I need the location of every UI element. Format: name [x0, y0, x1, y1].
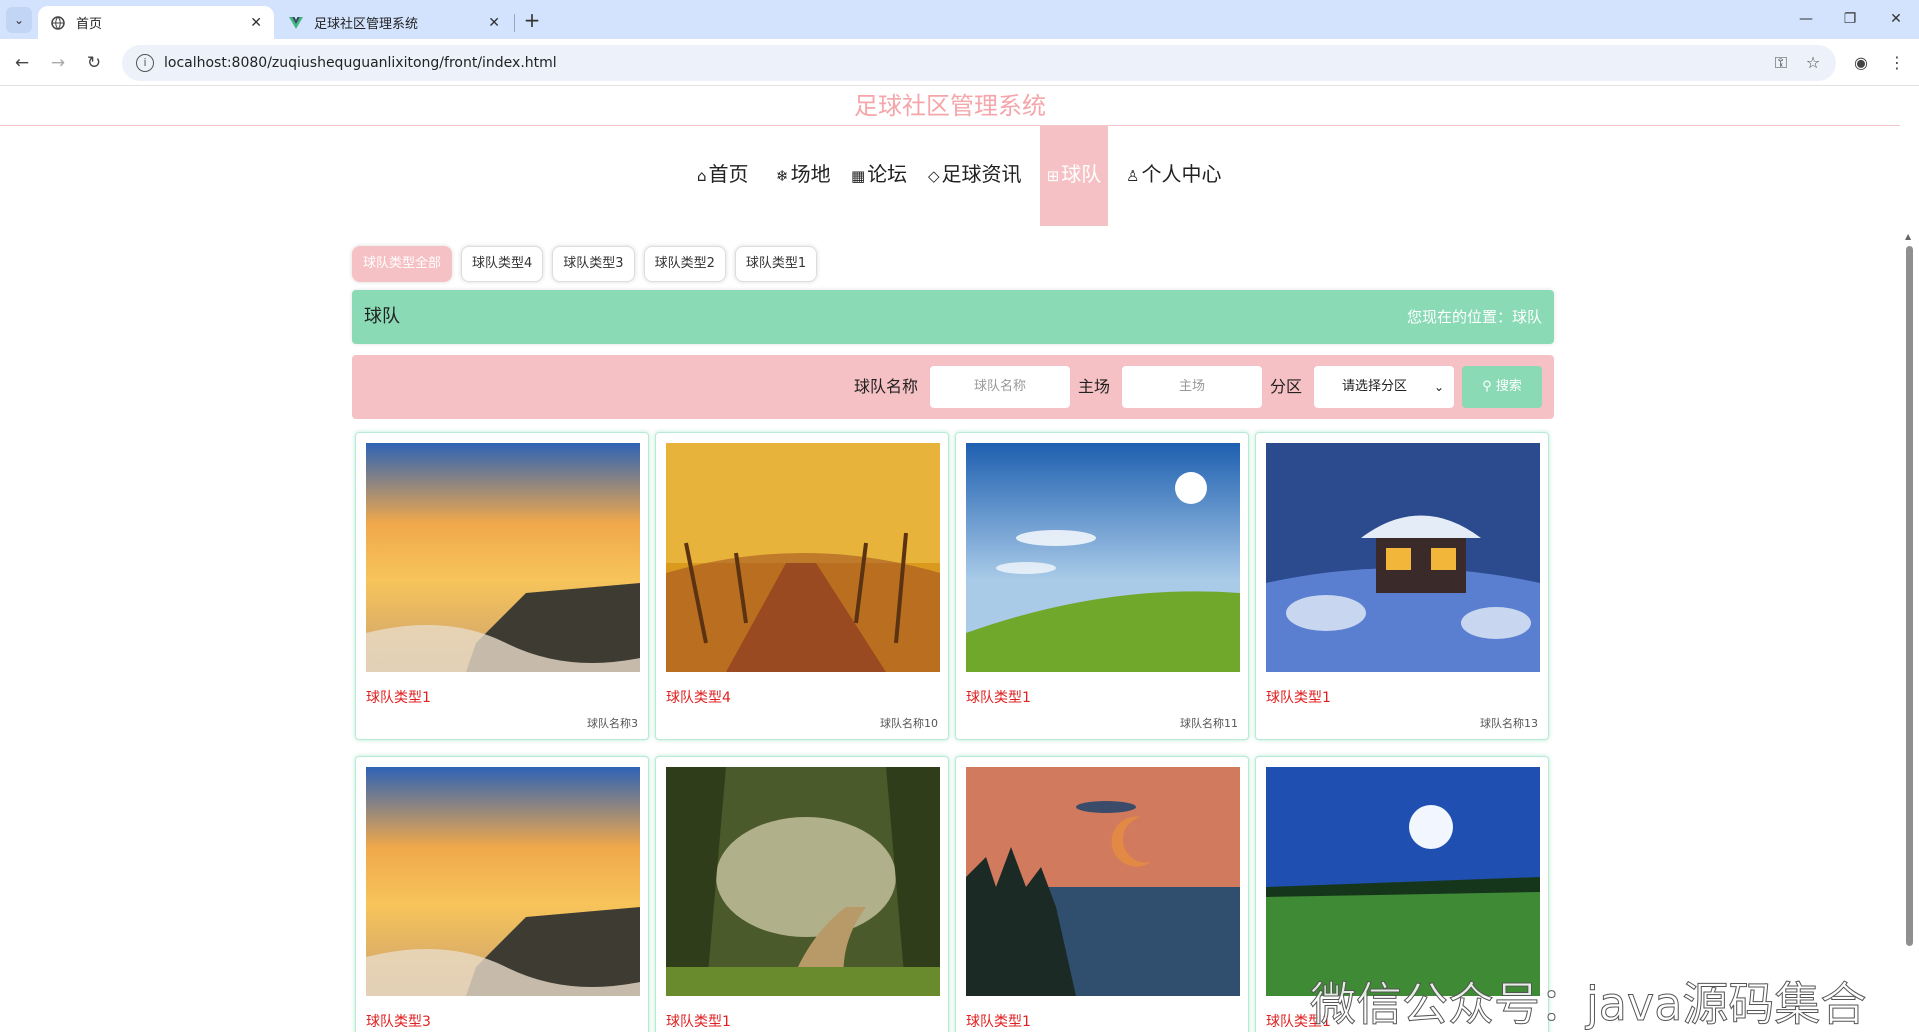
browser-tab-active[interactable]: 首页 ✕ — [38, 6, 274, 39]
home-icon: ⌂ — [697, 167, 707, 185]
scroll-up-arrow-icon[interactable]: ▲ — [1905, 232, 1911, 241]
team-card[interactable]: 球队类型1 球队名称13 — [1255, 432, 1549, 740]
gift-icon: ⊞ — [1046, 167, 1060, 185]
team-image — [666, 767, 940, 996]
team-name-label: 球队名称 — [854, 377, 919, 396]
tag-icon: ◇ — [928, 167, 940, 185]
team-image — [1266, 767, 1540, 996]
site-info-icon[interactable]: i — [136, 54, 154, 72]
window-close-button[interactable]: ✕ — [1876, 6, 1916, 32]
team-type: 球队类型1 — [1266, 690, 1331, 706]
vue-logo-icon — [288, 15, 304, 31]
bookmark-star-icon[interactable]: ☆ — [1800, 49, 1826, 77]
category-button[interactable]: 球队类型4 — [461, 246, 544, 282]
team-type: 球队类型4 — [666, 690, 731, 706]
tab-title: 首页 — [76, 17, 103, 32]
browser-toolbar: ← → ↻ i localhost:8080/zuqiushequguanlix… — [0, 39, 1919, 86]
team-card[interactable]: 球队类型1 球队名称11 — [955, 432, 1249, 740]
main-nav: ⌂ 首页 ❄ 场地 ▦ 论坛 ◇ 足球资讯 ⊞ 球队 ♙ 个人中心 — [0, 126, 1900, 226]
home-ground-label: 主场 — [1078, 377, 1111, 396]
back-button[interactable]: ← — [8, 49, 36, 77]
team-card[interactable]: 球队类型1 — [955, 756, 1249, 1032]
nav-item-home[interactable]: ⌂ 首页 — [697, 126, 749, 226]
team-image — [366, 767, 640, 996]
category-all-button[interactable]: 球队类型全部 — [352, 246, 453, 282]
url-text: localhost:8080/zuqiushequguanlixitong/fr… — [164, 55, 557, 71]
team-type: 球队类型1 — [366, 690, 431, 706]
watermark: 微信公众号：java源码集合 — [1309, 977, 1867, 1032]
team-type: 球队类型1 — [966, 1014, 1031, 1030]
team-image — [1266, 443, 1540, 672]
team-image — [966, 767, 1240, 996]
minimize-button[interactable]: — — [1786, 6, 1826, 32]
password-key-icon[interactable]: ⚿ — [1768, 49, 1794, 77]
team-name: 球队名称3 — [587, 717, 638, 730]
section-title: 球队 — [364, 306, 400, 327]
reload-button[interactable]: ↻ — [80, 49, 108, 77]
restore-button[interactable]: ❐ — [1830, 6, 1870, 32]
region-label: 分区 — [1270, 377, 1303, 396]
user-icon: ♙ — [1126, 167, 1140, 185]
site-title: 足球社区管理系统 — [0, 86, 1900, 126]
category-filter: 球队类型全部 球队类型4 球队类型3 球队类型2 球队类型1 — [352, 246, 826, 284]
team-image — [966, 443, 1240, 672]
team-name: 球队名称13 — [1480, 717, 1538, 730]
profile-icon[interactable]: ◉ — [1848, 49, 1874, 77]
team-type: 球队类型3 — [366, 1014, 431, 1030]
forward-button[interactable]: → — [44, 49, 72, 77]
nav-item-profile[interactable]: ♙ 个人中心 — [1126, 126, 1221, 226]
search-bar: 球队名称 球队名称 主场 主场 分区 请选择分区 ⌄ ⚲ 搜索 — [352, 355, 1554, 419]
calendar-icon: ▦ — [851, 167, 866, 185]
address-bar[interactable]: i localhost:8080/zuqiushequguanlixitong/… — [122, 45, 1836, 81]
scroll-thumb[interactable] — [1906, 246, 1913, 946]
team-type: 球队类型1 — [966, 690, 1031, 706]
tab-search-button[interactable]: ⌄ — [6, 7, 32, 33]
search-button[interactable]: ⚲ 搜索 — [1462, 366, 1542, 408]
search-icon: ⚲ — [1482, 379, 1492, 394]
team-card[interactable]: 球队类型1 球队名称3 — [355, 432, 649, 740]
team-card[interactable]: 球队类型1 — [655, 756, 949, 1032]
team-image — [366, 443, 640, 672]
browser-tabstrip: ⌄ 首页 ✕ 足球社区管理系统 ✕ + — ❐ ✕ — [0, 0, 1919, 39]
section-banner: 球队 您现在的位置：球队 — [352, 290, 1554, 344]
team-image — [666, 443, 940, 672]
category-button[interactable]: 球队类型3 — [552, 246, 635, 282]
nav-item-news[interactable]: ◇ 足球资讯 — [928, 126, 1022, 226]
category-button[interactable]: 球队类型1 — [734, 246, 818, 282]
tab-separator — [514, 14, 515, 32]
team-card[interactable]: 球队类型3 — [355, 756, 649, 1032]
breadcrumb: 您现在的位置：球队 — [1406, 308, 1542, 326]
category-button[interactable]: 球队类型2 — [643, 246, 726, 282]
page-scrollbar[interactable]: ▲ — [1900, 86, 1919, 1032]
close-icon[interactable]: ✕ — [488, 15, 500, 31]
team-name: 球队名称10 — [880, 717, 938, 730]
snowflake-icon: ❄ — [776, 167, 789, 185]
new-tab-button[interactable]: + — [520, 8, 544, 32]
nav-item-forum[interactable]: ▦ 论坛 — [851, 126, 907, 226]
nav-item-team[interactable]: ⊞ 球队 — [1040, 126, 1108, 226]
team-name: 球队名称11 — [1180, 717, 1238, 730]
tab-title: 足球社区管理系统 — [314, 17, 419, 32]
close-icon[interactable]: ✕ — [250, 15, 262, 31]
nav-item-venue[interactable]: ❄ 场地 — [776, 126, 831, 226]
team-type: 球队类型1 — [666, 1014, 731, 1030]
team-card[interactable]: 球队类型4 球队名称10 — [655, 432, 949, 740]
menu-kebab-icon[interactable]: ⋮ — [1884, 49, 1910, 77]
page-content: 足球社区管理系统 ⌂ 首页 ❄ 场地 ▦ 论坛 ◇ 足球资讯 ⊞ 球队 ♙ 个人中心 球队类… — [0, 86, 1919, 1032]
browser-tab[interactable]: 足球社区管理系统 ✕ — [276, 6, 512, 39]
team-name-input[interactable]: 球队名称 — [930, 366, 1070, 408]
region-select[interactable]: 请选择分区 ⌄ — [1314, 366, 1454, 408]
chevron-down-icon: ⌄ — [1433, 380, 1444, 394]
home-ground-input[interactable]: 主场 — [1122, 366, 1262, 408]
globe-icon — [50, 15, 66, 31]
